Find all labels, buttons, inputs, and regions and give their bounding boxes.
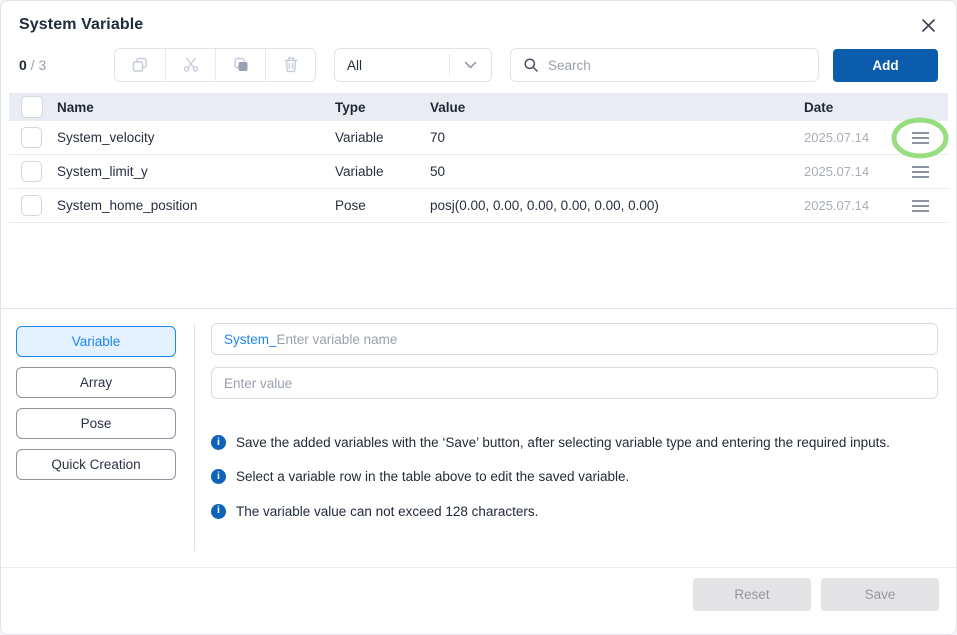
cut-button[interactable] [165,49,215,81]
row-value: 70 [430,130,804,145]
system-variable-dialog: System Variable 0 / 3 [0,0,957,635]
hamburger-icon [912,200,929,212]
paste-icon [232,56,250,74]
row-date: 2025.07.14 [804,198,892,213]
delete-button[interactable] [265,49,315,81]
row-type: Variable [335,164,430,179]
copy-icon [131,56,149,74]
row-date: 2025.07.14 [804,164,892,179]
info-icon: i [211,435,226,450]
row-value: posj(0.00, 0.00, 0.00, 0.00, 0.00, 0.00) [430,198,804,213]
type-button-array[interactable]: Array [16,367,176,398]
column-header-name: Name [57,100,335,115]
page-title: System Variable [19,16,143,34]
type-button-quick-creation[interactable]: Quick Creation [16,449,176,480]
table-header-row: Name Type Value Date [9,93,948,121]
info-note-text: Select a variable row in the table above… [236,466,629,488]
info-icon: i [211,469,226,484]
dialog-footer: Reset Save [1,567,956,634]
variable-name-input[interactable]: System_Enter variable name [211,323,938,355]
variable-type-buttons: Variable Array Pose Quick Creation [16,323,176,551]
row-checkbox[interactable] [21,195,42,216]
info-note: i Save the added variables with the ‘Sav… [211,432,934,454]
dialog-header: System Variable [1,1,956,34]
row-name: System_limit_y [57,164,335,179]
count-separator: / [27,57,39,73]
selection-counter: 0 / 3 [19,57,114,73]
type-filter-dropdown[interactable]: All [334,48,492,82]
info-note: i The variable value can not exceed 128 … [211,501,934,523]
type-button-variable[interactable]: Variable [16,326,176,357]
variable-form: System_Enter variable name i Save the ad… [211,323,938,551]
table-row[interactable]: System_velocity Variable 70 2025.07.14 [9,121,948,155]
name-placeholder: Enter variable name [277,332,398,347]
type-button-pose[interactable]: Pose [16,408,176,439]
info-note-text: Save the added variables with the ‘Save’… [236,432,890,454]
row-checkbox[interactable] [21,161,42,182]
table-row[interactable]: System_limit_y Variable 50 2025.07.14 [9,155,948,189]
column-header-date: Date [804,100,892,115]
row-checkbox[interactable] [21,127,42,148]
table-row[interactable]: System_home_position Pose posj(0.00, 0.0… [9,189,948,223]
info-note: i Select a variable row in the table abo… [211,466,934,488]
hamburger-icon [912,132,929,144]
row-name: System_home_position [57,198,335,213]
row-type: Variable [335,130,430,145]
search-icon [523,57,539,73]
variable-value-input-wrap [211,367,938,399]
toolbar: 0 / 3 [1,48,956,82]
trash-icon [282,56,300,74]
paste-button[interactable] [215,49,265,81]
variable-table: Name Type Value Date System_velocity Var… [1,93,956,223]
column-header-type: Type [335,100,430,115]
cut-icon [182,56,200,74]
total-count: 3 [38,57,46,73]
info-notes: i Save the added variables with the ‘Sav… [211,432,938,523]
row-date: 2025.07.14 [804,130,892,145]
column-header-value: Value [430,100,804,115]
info-note-text: The variable value can not exceed 128 ch… [236,501,538,523]
name-prefix: System_ [224,332,277,347]
clipboard-button-group [114,48,316,82]
row-name: System_velocity [57,130,335,145]
add-button[interactable]: Add [833,49,938,82]
save-button[interactable]: Save [821,578,939,611]
search-box [510,48,819,82]
reset-button[interactable]: Reset [693,578,811,611]
chevron-down-icon [449,54,491,76]
editor-section: Variable Array Pose Quick Creation Syste… [1,309,956,551]
type-filter-value: All [335,58,449,73]
select-all-checkbox[interactable] [21,96,43,118]
search-input[interactable] [548,58,806,73]
selected-count: 0 [19,57,27,73]
variable-value-input[interactable] [224,376,925,391]
row-type: Pose [335,198,430,213]
row-menu-icon[interactable] [908,126,932,150]
row-value: 50 [430,164,804,179]
row-menu-icon[interactable] [908,160,932,184]
info-icon: i [211,504,226,519]
copy-button[interactable] [115,49,165,81]
row-menu-icon[interactable] [908,194,932,218]
hamburger-icon [912,166,929,178]
vertical-divider [194,323,195,551]
close-icon[interactable] [921,18,936,33]
